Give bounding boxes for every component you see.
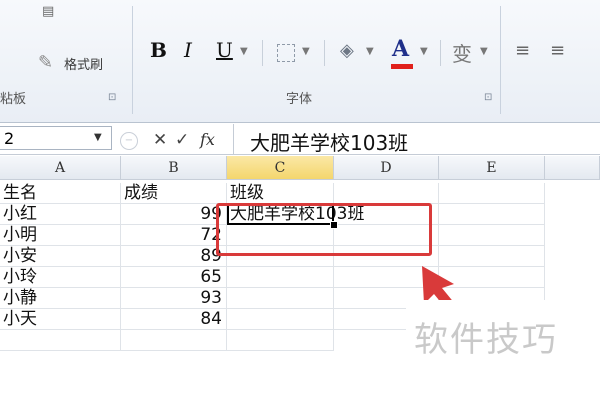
annotation-highlight-box: [216, 203, 432, 256]
divider: [440, 40, 441, 66]
group-divider: [132, 6, 133, 114]
cell-a[interactable]: 小红: [0, 204, 121, 225]
cell-b[interactable]: [121, 330, 227, 351]
insert-function-button[interactable]: fx: [200, 130, 215, 149]
chevron-down-icon[interactable]: ▼: [94, 132, 102, 143]
divider: [324, 40, 325, 66]
paste-icon[interactable]: ▤: [42, 4, 54, 19]
cell-b[interactable]: 成绩: [121, 183, 227, 204]
cancel-button[interactable]: ✕: [153, 130, 167, 150]
chevron-down-icon[interactable]: ▼: [480, 46, 488, 57]
column-header-c[interactable]: C: [227, 156, 334, 180]
align-center-icon[interactable]: ≡: [550, 40, 565, 61]
cell-a[interactable]: 小天: [0, 309, 121, 330]
cell-a[interactable]: [0, 330, 121, 351]
cell-c[interactable]: [227, 309, 334, 330]
phonetic-guide-button[interactable]: 变: [452, 38, 472, 67]
column-header-d[interactable]: D: [334, 156, 439, 180]
cell-c[interactable]: [227, 267, 334, 288]
cell-a[interactable]: 小安: [0, 246, 121, 267]
font-launcher-icon[interactable]: ⊡: [484, 92, 492, 103]
underline-button[interactable]: U: [216, 38, 233, 62]
cell-b[interactable]: 65: [121, 267, 227, 288]
clipboard-group-label: 粘板: [0, 92, 27, 107]
column-header-e[interactable]: E: [439, 156, 545, 180]
clipboard-launcher-icon[interactable]: ⊡: [108, 92, 116, 103]
cell-b[interactable]: 84: [121, 309, 227, 330]
font-group-label: 字体: [286, 92, 313, 107]
fill-color-icon[interactable]: ◈: [340, 40, 354, 61]
ribbon: ▤ ✎ 格式刷 粘板 ⊡ B I U ▼ ▼ ◈ ▼ A ▼ 变 ▼ 字体 ⊡ …: [0, 0, 600, 123]
chevron-down-icon[interactable]: ▼: [420, 46, 428, 57]
cell-a[interactable]: 小玲: [0, 267, 121, 288]
align-left-icon[interactable]: ≡: [515, 40, 530, 61]
font-color-button[interactable]: A: [392, 36, 409, 62]
column-header-next[interactable]: [545, 156, 600, 180]
chevron-down-icon[interactable]: ▼: [366, 46, 374, 57]
cell-e[interactable]: [439, 225, 545, 246]
format-painter-button[interactable]: 格式刷: [64, 54, 103, 73]
chevron-down-icon[interactable]: ▼: [240, 46, 248, 57]
watermark: 软件技巧: [414, 320, 558, 360]
cell-a[interactable]: 小静: [0, 288, 121, 309]
column-header-b[interactable]: B: [121, 156, 227, 180]
enter-button[interactable]: ✓: [175, 130, 189, 150]
format-painter-icon: ✎: [38, 52, 54, 73]
group-divider: [500, 6, 501, 114]
divider: [233, 124, 234, 154]
cell-c[interactable]: 班级: [227, 183, 334, 204]
table-row: 生名 成绩 班级: [0, 183, 600, 204]
cell-c[interactable]: [227, 288, 334, 309]
cell-a[interactable]: 小明: [0, 225, 121, 246]
italic-button[interactable]: I: [184, 38, 192, 62]
column-headers: A B C D E: [0, 156, 600, 180]
font-color-swatch: [391, 64, 413, 69]
bold-button[interactable]: B: [150, 38, 167, 62]
cell-e[interactable]: [439, 183, 545, 204]
cell-b[interactable]: 93: [121, 288, 227, 309]
border-icon[interactable]: [277, 44, 295, 62]
formula-input[interactable]: 大肥羊学校103班: [250, 127, 408, 156]
expand-icon[interactable]: −: [120, 132, 138, 150]
cell-b[interactable]: 99: [121, 204, 227, 225]
cell-b[interactable]: 72: [121, 225, 227, 246]
divider: [262, 40, 263, 66]
cell-d[interactable]: [334, 183, 439, 204]
cell-a[interactable]: 生名: [0, 183, 121, 204]
column-header-a[interactable]: A: [0, 156, 121, 180]
cell-b[interactable]: 89: [121, 246, 227, 267]
table-row: 小玲 65: [0, 267, 600, 288]
chevron-down-icon[interactable]: ▼: [302, 46, 310, 57]
formula-bar: 2 ▼ − ✕ ✓ fx 大肥羊学校103班: [0, 124, 600, 155]
cell-e[interactable]: [439, 204, 545, 225]
cell-c[interactable]: [227, 330, 334, 351]
